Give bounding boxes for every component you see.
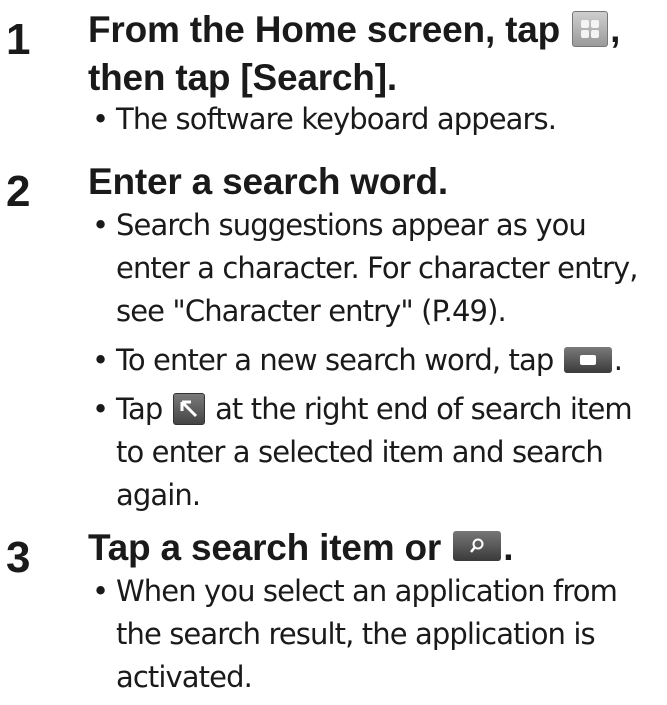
list-item: • To enter a new search word, tap . [92, 343, 623, 377]
delete-key-icon [563, 347, 612, 373]
step-number: 1 [6, 15, 31, 64]
list-item: • Search suggestions appear as you enter … [92, 208, 639, 328]
step-title: Tap a search item or . [88, 527, 514, 568]
up-left-arrow-icon [172, 393, 205, 425]
step-number: 2 [6, 167, 31, 216]
apps-icon [572, 11, 609, 48]
list-item: • The software keyboard appears. [92, 102, 557, 136]
step-title: Enter a search word. [88, 161, 448, 202]
search-key-icon [453, 531, 502, 562]
step-number: 3 [6, 533, 31, 582]
bullet-list: • The software keyboard appears. [92, 98, 667, 147]
list-item: • Tap at the right end of search item to … [92, 392, 633, 512]
step-title: From the Home screen, tap , then tap [Se… [88, 9, 621, 98]
bullet-list: • Search suggestions appear as you enter … [92, 204, 667, 523]
list-item: • When you select an application from the… [92, 574, 618, 694]
bullet-list: • When you select an application from the… [92, 570, 667, 705]
